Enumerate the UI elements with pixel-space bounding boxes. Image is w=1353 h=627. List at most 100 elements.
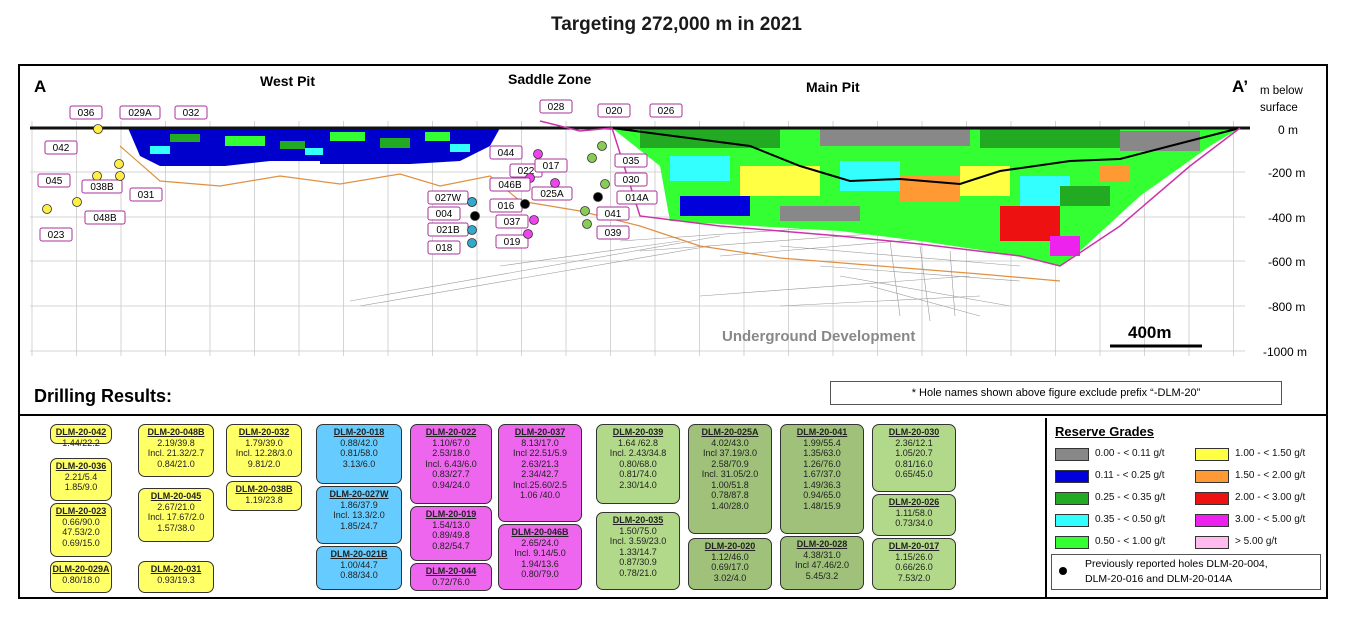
result-card-value: 0.66/90.0 xyxy=(62,516,100,527)
result-card-dlm-20-019: DLM-20-019 1.54/13.0 0.89/49.8 0.82/54.7 xyxy=(410,506,492,561)
result-card-value: 1.33/14.7 xyxy=(619,546,657,557)
legend-label: 0.25 - < 0.35 g/t xyxy=(1095,492,1166,503)
result-card-value: Incl. 17.67/2.0 xyxy=(147,512,205,522)
result-card-title: DLM-20-018 xyxy=(333,427,385,437)
result-card-value: 0.78/87.8 xyxy=(711,490,749,500)
result-card-value: 47.53/2.0 xyxy=(62,527,100,537)
result-card-title: DLM-20-038B xyxy=(235,484,293,494)
result-card-dlm-20-026: DLM-20-026 1.11/58.0 0.73/34.0 xyxy=(872,494,956,536)
result-card-value: 1.10/67.0 xyxy=(432,437,470,448)
result-card-value: 0.72/76.0 xyxy=(432,576,470,587)
result-card-dlm-20-030: DLM-20-030 2.36/12.1 1.05/20.7 0.81/16.0 0.6… xyxy=(872,424,956,492)
result-card-value: Incl. 13.3/2.0 xyxy=(333,510,385,520)
result-card-value: 2.53/18.0 xyxy=(432,448,470,458)
result-card-value: 0.69/17.0 xyxy=(711,562,749,572)
result-card-title: DLM-20-039 xyxy=(612,427,664,437)
result-card-value: 1.15/26.0 xyxy=(895,551,933,562)
result-card-value: Incl. 6.43/6.0 xyxy=(425,458,477,469)
result-card-title: DLM-20-029A xyxy=(52,564,110,574)
legend-label: 0.50 - < 1.00 g/t xyxy=(1095,536,1166,547)
result-card-value: 1.06 /40.0 xyxy=(519,490,561,500)
result-card-value: 3.02/4.0 xyxy=(713,572,747,583)
result-card-value: 0.81/16.0 xyxy=(895,458,933,469)
result-card-value: 2.19/39.8 xyxy=(157,437,195,448)
result-card-value: 1.11/58.0 xyxy=(895,507,933,518)
result-card-value: 9.81/2.0 xyxy=(247,458,281,469)
result-card-value: 2.58/70.9 xyxy=(711,458,749,469)
result-card-dlm-20-027w: DLM-20-027W 1.86/37.9 Incl. 13.3/2.0 1.85/2… xyxy=(316,486,402,544)
result-card-value: 1.79/39.0 xyxy=(245,437,283,448)
reserve-grades-legend: Reserve Grades 0.00 - < 0.11 g/t 0.11 - <… xyxy=(1045,418,1328,597)
result-card-value: Incl. 3.59/23.0 xyxy=(609,536,667,546)
result-card-value: 1.49/36.3 xyxy=(803,479,841,490)
result-card-title: DLM-20-020 xyxy=(704,541,756,551)
result-card-dlm-20-038b: DLM-20-038B 1.19/23.8 xyxy=(226,481,302,511)
result-card-dlm-20-046b: DLM-20-046B 2.65/24.0 Incl. 9.14/5.0 1.94/1… xyxy=(498,524,582,590)
result-card-value: 0.88/34.0 xyxy=(340,570,378,580)
result-card-title: DLM-20-019 xyxy=(425,509,477,519)
legend-label: 0.11 - < 0.25 g/t xyxy=(1095,470,1165,481)
legend-label: 1.50 - < 2.00 g/t xyxy=(1235,470,1306,481)
result-card-value: 0.81/74.0 xyxy=(619,469,657,479)
legend-label: 0.00 - < 0.11 g/t xyxy=(1095,448,1165,459)
result-card-value: 0.80/68.0 xyxy=(619,458,657,469)
result-card-title: DLM-20-032 xyxy=(238,427,290,437)
result-card-value: Incl 47.46/2.0 xyxy=(794,560,850,570)
result-card-value: Incl 37.19/3.0 xyxy=(702,448,758,458)
result-card-value: 0.82/54.7 xyxy=(432,540,470,551)
legend-label: 3.00 - < 5.00 g/t xyxy=(1235,514,1306,525)
result-card-value: 4.38/31.0 xyxy=(803,549,841,560)
legend-swatch xyxy=(1055,536,1089,549)
result-card-value: 3.13/6.0 xyxy=(342,458,376,469)
result-card-value: 1.19/23.8 xyxy=(245,494,283,505)
result-card-dlm-20-020: DLM-20-020 1.12/46.0 0.69/17.0 3.02/4.0 xyxy=(688,538,772,590)
legend-label: > 5.00 g/t xyxy=(1235,536,1277,547)
result-card-title: DLM-20-027W xyxy=(329,489,389,499)
result-card-value: 5.45/3.2 xyxy=(805,570,839,581)
legend-swatch xyxy=(1195,492,1229,505)
result-card-value: 0.84/21.0 xyxy=(157,458,195,469)
legend-swatch xyxy=(1195,470,1229,483)
result-card-dlm-20-039: DLM-20-039 1.64 /62.8 Incl. 2.43/34.8 0.80/… xyxy=(596,424,680,504)
result-card-dlm-20-036: DLM-20-036 2.21/5.4 1.85/9.0 xyxy=(50,458,112,501)
result-card-value: 2.63/21.3 xyxy=(521,458,559,469)
result-card-value: 0.88/42.0 xyxy=(340,437,378,448)
legend-note-box xyxy=(1051,554,1321,590)
result-card-title: DLM-20-023 xyxy=(55,506,107,516)
legend-swatch xyxy=(1055,470,1089,483)
result-card-value: 1.64 /62.8 xyxy=(617,437,659,448)
legend-label: 2.00 - < 3.00 g/t xyxy=(1235,492,1306,503)
result-card-value: 1.86/37.9 xyxy=(340,499,378,510)
legend-swatch xyxy=(1195,536,1229,549)
result-card-dlm-20-023: DLM-20-023 0.66/90.0 47.53/2.0 0.69/15.0 xyxy=(50,503,112,557)
result-card-value: 1.00/44.7 xyxy=(340,559,378,570)
result-card-value: Incl.25.60/2.5 xyxy=(512,479,568,490)
result-card-value: 0.94/65.0 xyxy=(803,490,841,500)
result-card-dlm-20-018: DLM-20-018 0.88/42.0 0.81/58.0 3.13/6.0 xyxy=(316,424,402,484)
result-card-dlm-20-041: DLM-20-041 1.99/55.4 1.35/63.0 1.26/76.0 1.6… xyxy=(780,424,864,534)
result-card-value: Incl. 31.05/2.0 xyxy=(701,469,759,479)
result-card-title: DLM-20-025A xyxy=(701,427,759,437)
result-card-value: 1.67/37.0 xyxy=(803,469,841,479)
result-card-title: DLM-20-035 xyxy=(612,515,664,525)
result-card-value: 0.81/58.0 xyxy=(340,448,378,458)
result-card-value: 8.13/17.0 xyxy=(521,437,559,448)
result-card-dlm-20-045: DLM-20-045 2.67/21.0 Incl. 17.67/2.0 1.57/3… xyxy=(138,488,214,542)
result-card-title: DLM-20-031 xyxy=(150,564,202,574)
legend-label: 0.35 - < 0.50 g/t xyxy=(1095,514,1166,525)
result-card-value: 0.65/45.0 xyxy=(895,469,933,479)
result-card-dlm-20-037: DLM-20-037 8.13/17.0 Incl 22.51/5.9 2.63/21… xyxy=(498,424,582,522)
result-card-title: DLM-20-021B xyxy=(330,549,388,559)
result-card-value: 7.53/2.0 xyxy=(897,572,931,583)
legend-swatch xyxy=(1195,514,1229,527)
result-card-dlm-20-035: DLM-20-035 1.50/75.0 Incl. 3.59/23.0 1.33/1… xyxy=(596,512,680,590)
legend-swatch xyxy=(1055,514,1089,527)
result-card-value: 0.78/21.0 xyxy=(619,567,657,578)
result-card-value: 1.85/9.0 xyxy=(64,482,98,492)
result-card-value: 1.50/75.0 xyxy=(619,525,657,536)
result-card-value: 0.89/49.8 xyxy=(432,530,470,540)
result-card-value: 0.66/26.0 xyxy=(895,562,933,572)
result-card-title: DLM-20-041 xyxy=(796,427,848,437)
result-card-value: 0.80/18.0 xyxy=(62,574,100,585)
result-card-value: Incl. 21.32/2.7 xyxy=(147,448,205,458)
